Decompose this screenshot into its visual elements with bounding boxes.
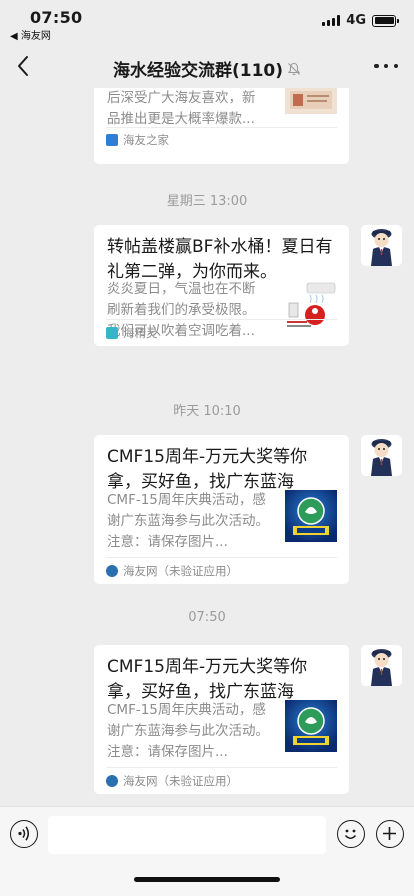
voice-icon[interactable] — [10, 820, 38, 848]
card-source: 海精灵 — [106, 326, 158, 340]
source-name: 海精灵 — [123, 326, 158, 340]
source-name: 海友网（未验证应用） — [123, 564, 238, 578]
card-divider — [106, 557, 337, 558]
card-thumbnail — [285, 490, 337, 542]
card-thumbnail — [285, 281, 337, 333]
more-icon[interactable] — [374, 58, 398, 74]
link-card[interactable]: 后深受广大海友喜欢，新品推出更是大概率爆款... 海友之家 — [94, 88, 349, 164]
card-description: 后深受广大海友喜欢，新品推出更是大概率爆款... — [107, 90, 256, 127]
card-description: CMF-15周年庆典活动，感谢广东蓝海参与此次活动。注意：请保存图片... — [107, 702, 269, 760]
signal-icon — [322, 15, 341, 26]
card-title: CMF15周年-万元大奖等你拿，买好鱼，找广东蓝海 — [107, 657, 308, 702]
card-thumbnail — [285, 88, 337, 114]
link-card[interactable]: 转帖盖楼赢BF补水桶！夏日有礼第二弹，为你而来。 炎炎夏日，气温也在不断刷新着我… — [94, 225, 349, 346]
status-indicators: 4G — [322, 13, 399, 28]
card-divider — [106, 319, 337, 320]
card-source: 海友之家 — [106, 133, 169, 147]
status-time: 07:50 — [30, 8, 83, 27]
battery-icon — [372, 14, 399, 27]
card-description: CMF-15周年庆典活动，感谢广东蓝海参与此次活动。注意：请保存图片... — [107, 492, 269, 550]
source-app-icon — [106, 775, 118, 787]
message-timestamp: 07:50 — [188, 610, 226, 625]
status-back-app[interactable]: ◀ 海友网 — [10, 27, 51, 42]
input-bar — [0, 806, 414, 896]
link-card[interactable]: CMF15周年-万元大奖等你拿，买好鱼，找广东蓝海 CMF-15周年庆典活动，感… — [94, 645, 349, 794]
source-name: 海友网（未验证应用） — [123, 774, 238, 788]
message-timestamp: 昨天 10:10 — [173, 404, 241, 419]
card-title: CMF15周年-万元大奖等你拿，买好鱼，找广东蓝海 — [107, 447, 308, 492]
source-app-icon — [106, 134, 118, 146]
card-divider — [106, 767, 337, 768]
source-app-icon — [106, 327, 118, 339]
network-type: 4G — [346, 13, 366, 28]
avatar[interactable] — [361, 435, 402, 476]
card-source: 海友网（未验证应用） — [106, 564, 238, 578]
card-title: 转帖盖楼赢BF补水桶！夏日有礼第二弹，为你而来。 — [107, 237, 333, 282]
chat-title: 海水经验交流群(110) — [0, 56, 414, 81]
card-thumbnail — [285, 700, 337, 752]
status-bar: 07:50 ◀ 海友网 4G — [0, 0, 414, 44]
chat-title-text: 海水经验交流群(110) — [112, 61, 284, 81]
source-name: 海友之家 — [123, 133, 169, 147]
message-timestamp: 星期三 13:00 — [166, 194, 248, 209]
card-divider — [106, 127, 337, 128]
chat-area[interactable]: 后深受广大海友喜欢，新品推出更是大概率爆款... 海友之家 星期三 13:00 — [0, 88, 414, 806]
plus-icon[interactable] — [376, 820, 404, 848]
link-card[interactable]: CMF15周年-万元大奖等你拿，买好鱼，找广东蓝海 CMF-15周年庆典活动，感… — [94, 435, 349, 584]
avatar[interactable] — [361, 645, 402, 686]
emoji-icon[interactable] — [337, 820, 365, 848]
source-app-icon — [106, 565, 118, 577]
message-input[interactable] — [48, 816, 326, 854]
avatar[interactable] — [361, 225, 402, 266]
home-indicator[interactable] — [134, 877, 280, 882]
bell-off-icon — [287, 61, 301, 81]
card-source: 海友网（未验证应用） — [106, 774, 238, 788]
nav-bar: 海水经验交流群(110) — [0, 44, 414, 88]
